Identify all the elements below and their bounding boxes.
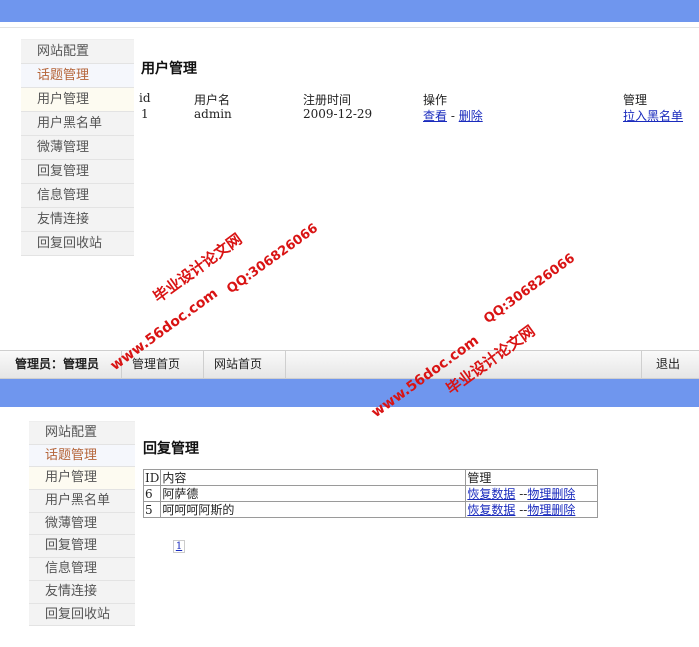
action-separator: - [447, 109, 459, 123]
sidebar-item-blacklist[interactable]: 用户黑名单 [29, 490, 135, 513]
cell-id: 6 [142, 485, 162, 502]
sidebar-item-links[interactable]: 友情连接 [29, 580, 135, 604]
manage-separator: -- [515, 502, 528, 517]
cell-content: 阿萨德 [160, 485, 467, 502]
cell-manage: 恢复数据 --物理删除 [465, 501, 599, 518]
col-header-content: 内容 [160, 469, 467, 486]
cell-manage: 恢复数据 --物理删除 [465, 485, 599, 502]
watermark-qq-2: QQ:306826066 [481, 250, 578, 327]
sidebar-item-users[interactable]: 用户管理 [21, 88, 134, 112]
sidebar-item-topics[interactable]: 话题管理 [29, 444, 135, 468]
sidebar-item-links[interactable]: 友情连接 [21, 208, 134, 232]
col-header-username: 用户名 [194, 93, 231, 107]
sidebar-item-recycle[interactable]: 回复回收站 [29, 603, 135, 627]
sidebar-item-microblog[interactable]: 微薄管理 [29, 512, 135, 536]
sidebar-item-replies[interactable]: 回复管理 [21, 160, 134, 184]
site-home-link[interactable]: 网站首页 [204, 351, 286, 378]
restore-link[interactable]: 恢复数据 [467, 487, 515, 501]
cell-id: 5 [142, 501, 162, 518]
logout-button[interactable]: 退出 [641, 351, 694, 378]
sidebar-item-users[interactable]: 用户管理 [29, 467, 135, 491]
blacklist-user-link[interactable]: 拉入黑名单 [623, 109, 683, 123]
restore-link[interactable]: 恢复数据 [467, 503, 515, 517]
col-header-id: ID [142, 469, 162, 486]
header-divider [0, 27, 699, 28]
sidebar-item-site-config[interactable]: 网站配置 [29, 422, 135, 445]
page-title-replies: 回复管理 [143, 441, 199, 457]
sidebar-top: 网站配置 话题管理 用户管理 用户黑名单 微薄管理 回复管理 信息管理 友情连接… [21, 39, 134, 256]
pager-page-1[interactable]: 1 [173, 540, 185, 553]
col-header-id: id [139, 91, 151, 105]
header-bar [0, 0, 699, 22]
table-row: 6 阿萨德 恢复数据 --物理删除 [142, 485, 599, 502]
view-user-link[interactable]: 查看 [423, 109, 447, 123]
sidebar-item-recycle[interactable]: 回复回收站 [21, 232, 134, 256]
sidebar-item-messages[interactable]: 信息管理 [21, 184, 134, 208]
cell-content: 呵呵呵阿斯的 [160, 501, 467, 518]
page-title-users: 用户管理 [141, 61, 197, 77]
cell-actions: 查看 - 删除 [423, 107, 483, 124]
col-header-manage: 管理 [465, 469, 599, 486]
watermark-qq-1: QQ:306826066 [224, 220, 321, 297]
cell-id: 1 [141, 107, 149, 121]
header-bar-2 [0, 379, 699, 407]
col-header-actions: 操作 [423, 93, 448, 107]
delete-user-link[interactable]: 删除 [459, 109, 483, 123]
reply-table: ID 内容 管理 6 阿萨德 恢复数据 --物理删除 5 呵呵呵阿斯的 恢复数据… [142, 469, 599, 518]
sidebar-item-replies[interactable]: 回复管理 [29, 535, 135, 559]
purge-link[interactable]: 物理删除 [527, 503, 575, 517]
table-header-row: ID 内容 管理 [142, 469, 599, 486]
col-header-registered: 注册时间 [303, 93, 352, 107]
sidebar-item-microblog[interactable]: 微薄管理 [21, 136, 134, 160]
cell-username: admin [194, 107, 232, 121]
purge-link[interactable]: 物理删除 [527, 487, 575, 501]
admin-label: 管理员：管理员 [5, 351, 122, 378]
sidebar-item-messages[interactable]: 信息管理 [29, 558, 135, 581]
table-row: 5 呵呵呵阿斯的 恢复数据 --物理删除 [142, 501, 599, 518]
top-nav-bar: 管理员：管理员 管理首页 网站首页 退出 [0, 350, 699, 379]
sidebar-bottom: 网站配置 话题管理 用户管理 用户黑名单 微薄管理 回复管理 信息管理 友情连接… [29, 421, 135, 627]
cell-manage: 拉入黑名单 [623, 107, 683, 124]
sidebar-item-blacklist[interactable]: 用户黑名单 [21, 112, 134, 136]
sidebar-item-site-config[interactable]: 网站配置 [21, 40, 134, 64]
sidebar-item-topics[interactable]: 话题管理 [21, 64, 134, 88]
col-header-manage: 管理 [623, 93, 648, 107]
manage-separator: -- [515, 486, 528, 501]
cell-registered: 2009-12-29 [303, 107, 373, 121]
